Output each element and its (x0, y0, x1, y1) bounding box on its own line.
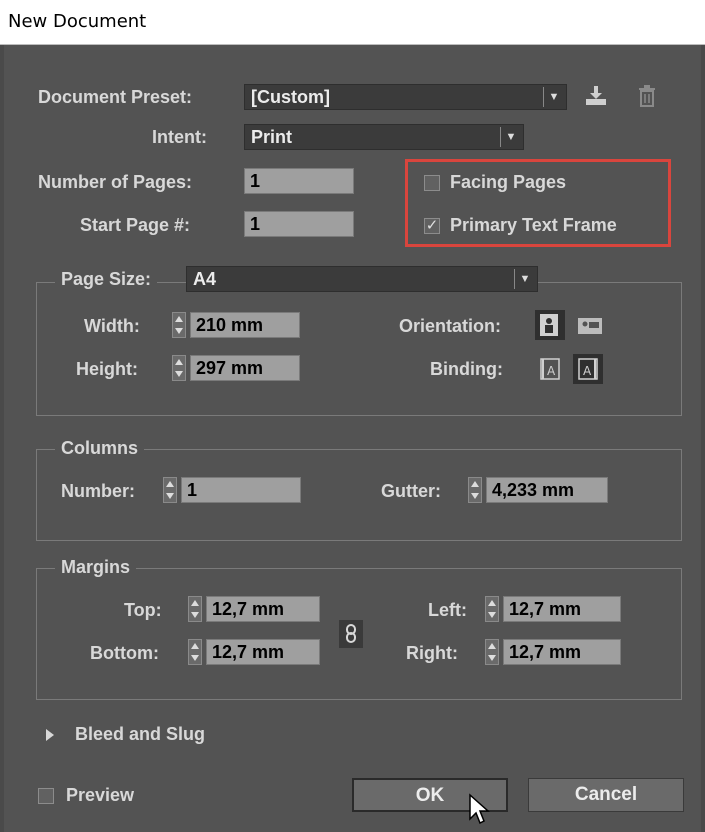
new-document-dialog: New Document Document Preset: [Custom] ▼… (0, 0, 705, 832)
portrait-orientation-icon[interactable] (535, 310, 565, 340)
margins-legend: Margins (55, 557, 137, 578)
gutter-label: Gutter: (381, 481, 441, 501)
gutter-input[interactable]: 4,233 mm (486, 477, 608, 503)
top-margin-label: Top: (124, 600, 162, 620)
top-margin-input[interactable]: 12,7 mm (206, 596, 320, 622)
right-margin-label: Right: (406, 643, 458, 663)
number-of-pages-input[interactable]: 1 (244, 168, 354, 194)
intent-dropdown[interactable]: Print ▼ (244, 124, 524, 150)
right-to-left-binding-icon[interactable]: A (573, 354, 603, 384)
intent-value: Print (251, 127, 293, 147)
columns-number-stepper[interactable] (163, 477, 177, 503)
primary-text-frame-checkbox[interactable]: ✓ (424, 218, 440, 234)
chevron-down-icon: ▼ (543, 87, 564, 107)
chevron-down-icon: ▼ (500, 127, 521, 147)
left-to-right-binding-icon[interactable]: A (537, 356, 563, 382)
intent-label: Intent: (152, 127, 207, 147)
bottom-margin-label: Bottom: (90, 643, 159, 663)
page-size-label: Page Size: (55, 269, 158, 290)
cancel-button[interactable]: Cancel (528, 778, 684, 812)
preview-label[interactable]: Preview (66, 785, 134, 806)
right-margin-input[interactable]: 12,7 mm (503, 639, 621, 665)
bleed-and-slug-toggle[interactable]: Bleed and Slug (75, 724, 205, 745)
facing-pages-checkbox[interactable] (424, 175, 440, 191)
height-input[interactable]: 297 mm (190, 355, 300, 381)
chevron-down-icon: ▼ (514, 269, 535, 289)
document-preset-dropdown[interactable]: [Custom] ▼ (244, 84, 567, 110)
primary-text-frame-label[interactable]: Primary Text Frame (450, 215, 617, 236)
width-label: Width: (84, 316, 140, 336)
title-bar[interactable]: New Document (0, 0, 705, 45)
window-title: New Document (8, 11, 147, 32)
document-preset-value: [Custom] (251, 87, 330, 107)
right-margin-stepper[interactable] (485, 639, 499, 665)
save-preset-icon[interactable] (584, 84, 608, 108)
width-input[interactable]: 210 mm (190, 312, 300, 338)
facing-pages-label[interactable]: Facing Pages (450, 172, 566, 193)
preview-checkbox[interactable] (38, 788, 54, 804)
height-label: Height: (76, 359, 138, 379)
columns-number-label: Number: (61, 481, 136, 501)
gutter-stepper[interactable] (468, 477, 482, 503)
trash-icon[interactable] (635, 84, 659, 108)
start-page-label: Start Page #: (80, 215, 191, 235)
top-margin-stepper[interactable] (188, 596, 202, 622)
page-size-group (36, 282, 682, 416)
left-margin-input[interactable]: 12,7 mm (503, 596, 621, 622)
page-size-value: A4 (193, 269, 217, 289)
left-margin-stepper[interactable] (485, 596, 499, 622)
left-margin-label: Left: (428, 600, 467, 620)
width-stepper[interactable] (172, 312, 186, 338)
mouse-cursor-icon (469, 793, 490, 825)
disclosure-triangle-icon[interactable] (46, 729, 54, 741)
columns-number-input[interactable]: 1 (181, 477, 301, 503)
document-preset-label: Document Preset: (38, 87, 193, 107)
height-stepper[interactable] (172, 355, 186, 381)
bottom-margin-stepper[interactable] (188, 639, 202, 665)
svg-text:A: A (583, 364, 592, 378)
chain-link-icon[interactable] (339, 620, 363, 648)
binding-label: Binding: (430, 359, 503, 379)
page-size-dropdown[interactable]: A4 ▼ (186, 266, 538, 292)
start-page-input[interactable]: 1 (244, 211, 354, 237)
orientation-label: Orientation: (399, 316, 501, 336)
number-of-pages-label: Number of Pages: (38, 172, 193, 192)
svg-text:A: A (547, 364, 556, 378)
bottom-margin-input[interactable]: 12,7 mm (206, 639, 320, 665)
columns-legend: Columns (55, 438, 145, 459)
landscape-orientation-icon[interactable] (575, 310, 605, 340)
